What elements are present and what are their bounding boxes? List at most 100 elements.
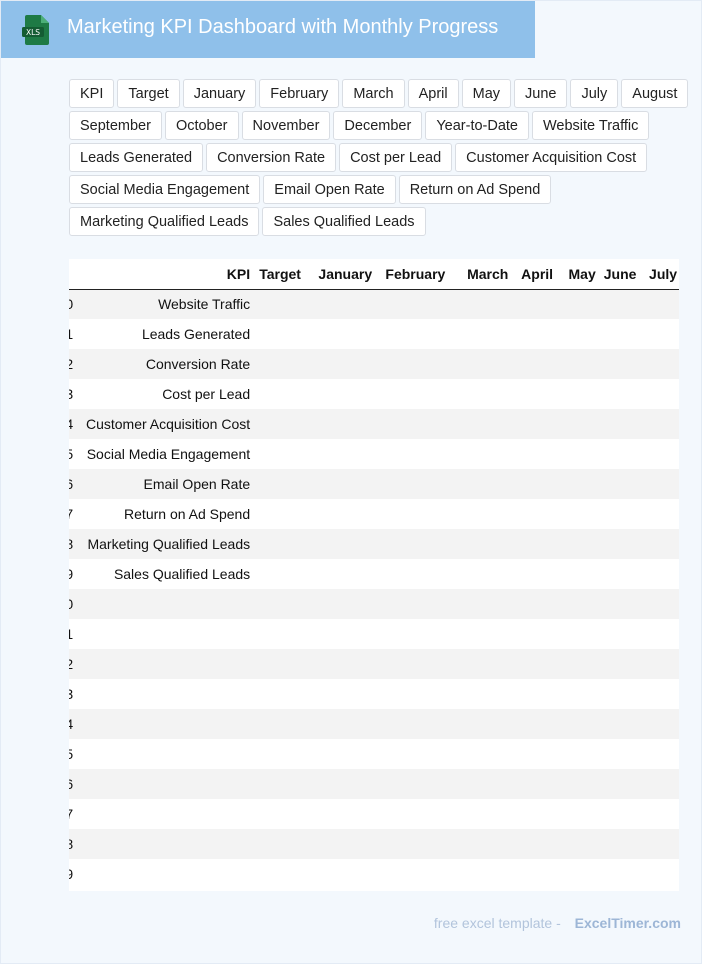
table-row[interactable]: 3 Cost per Lead — [69, 379, 679, 409]
table-row[interactable]: 6 Email Open Rate — [69, 469, 679, 499]
value-cell — [254, 859, 305, 889]
value-cell — [512, 829, 558, 859]
kpi-cell — [73, 829, 255, 859]
column-chip[interactable]: Target — [117, 79, 180, 108]
column-chip[interactable]: September — [69, 111, 162, 140]
footer: free excel template - ExcelTimer.com — [434, 915, 681, 931]
column-chip[interactable]: Customer Acquisition Cost — [455, 143, 648, 172]
value-cell — [449, 649, 513, 679]
table-row[interactable]: 5 Social Media Engagement — [69, 439, 679, 469]
table-row[interactable]: 4 — [69, 709, 679, 739]
value-cell — [512, 799, 558, 829]
column-chip[interactable]: February — [259, 79, 340, 108]
table-row[interactable]: 2 — [69, 649, 679, 679]
column-chip[interactable]: Conversion Rate — [206, 143, 337, 172]
value-cell — [599, 529, 641, 559]
table-row[interactable]: 1 — [69, 619, 679, 649]
column-chip[interactable]: July — [570, 79, 619, 108]
table-row[interactable]: 7 Return on Ad Spend — [69, 499, 679, 529]
kpi-table: KPI Target January February March April May Jun… — [69, 259, 679, 889]
value-cell — [449, 439, 513, 469]
column-chip[interactable]: Sales Qualified Leads — [262, 207, 426, 236]
table-row[interactable]: 3 — [69, 679, 679, 709]
column-header[interactable]: Target — [254, 259, 305, 290]
value-cell — [599, 409, 641, 439]
table-row[interactable]: 4 Customer Acquisition Cost — [69, 409, 679, 439]
table-row[interactable]: 0Website Traffic — [69, 289, 679, 319]
column-chip[interactable]: Return on Ad Spend — [398, 175, 552, 204]
table-row[interactable]: 0 — [69, 589, 679, 619]
column-header[interactable]: July — [640, 259, 679, 290]
column-header[interactable]: February — [376, 259, 450, 290]
value-cell — [449, 619, 513, 649]
column-header[interactable]: January — [304, 259, 377, 290]
column-chip[interactable]: KPI — [69, 79, 115, 108]
column-chip[interactable]: October — [164, 111, 239, 140]
value-cell — [254, 499, 305, 529]
value-cell — [449, 769, 513, 799]
value-cell — [557, 619, 600, 649]
column-chip[interactable]: Cost per Lead — [339, 143, 453, 172]
column-chip[interactable]: December — [333, 111, 423, 140]
kpi-cell — [73, 709, 255, 739]
value-cell — [557, 439, 600, 469]
table-row[interactable]: 5 — [69, 739, 679, 769]
value-cell — [599, 379, 641, 409]
table-row[interactable]: 9 Sales Qualified Leads — [69, 559, 679, 589]
column-header[interactable]: April — [512, 259, 558, 290]
column-chip[interactable]: May — [461, 79, 512, 108]
column-chip[interactable]: Year-to-Date — [425, 111, 529, 140]
table-row[interactable]: 1 Leads Generated — [69, 319, 679, 349]
value-cell — [557, 829, 600, 859]
table-row[interactable]: 8 Marketing Qualified Leads — [69, 529, 679, 559]
footer-brand-link[interactable]: ExcelTimer.com — [575, 915, 681, 931]
column-chip[interactable]: April — [407, 79, 459, 108]
column-chip[interactable]: March — [342, 79, 405, 108]
column-chip[interactable]: Social Media Engagement — [69, 175, 261, 204]
value-cell — [254, 529, 305, 559]
value-cell — [557, 739, 600, 769]
table-row[interactable]: 6 — [69, 769, 679, 799]
table-row[interactable]: 2 Conversion Rate — [69, 349, 679, 379]
table-row[interactable]: 7 — [69, 799, 679, 829]
value-cell — [254, 439, 305, 469]
column-header[interactable]: June — [599, 259, 641, 290]
value-cell — [640, 619, 679, 649]
column-chip[interactable]: Leads Generated — [69, 143, 204, 172]
value-cell — [254, 829, 305, 859]
value-cell — [304, 739, 377, 769]
column-chip[interactable]: November — [241, 111, 331, 140]
value-cell — [512, 349, 558, 379]
column-chip[interactable]: August — [621, 79, 689, 108]
value-cell — [557, 379, 600, 409]
value-cell — [376, 409, 450, 439]
value-cell — [512, 409, 558, 439]
value-cell — [640, 529, 679, 559]
value-cell — [557, 499, 600, 529]
column-chip[interactable]: Email Open Rate — [263, 175, 396, 204]
column-chip[interactable]: Marketing Qualified Leads — [69, 207, 260, 236]
column-header[interactable]: March — [449, 259, 513, 290]
value-cell — [376, 769, 450, 799]
column-chip[interactable]: June — [514, 79, 568, 108]
table-row[interactable]: 8 — [69, 829, 679, 859]
value-cell — [512, 319, 558, 349]
column-header[interactable]: KPI — [73, 259, 255, 290]
column-chip[interactable]: Website Traffic — [532, 111, 650, 140]
kpi-cell: Marketing Qualified Leads — [73, 529, 255, 559]
value-cell — [640, 499, 679, 529]
value-cell — [449, 409, 513, 439]
value-cell — [599, 499, 641, 529]
value-cell — [512, 439, 558, 469]
value-cell — [254, 289, 305, 319]
kpi-table-container[interactable]: KPI Target January February March April May Jun… — [69, 259, 679, 891]
value-cell — [376, 529, 450, 559]
table-row[interactable]: 9 — [69, 859, 679, 889]
value-cell — [640, 349, 679, 379]
column-header[interactable]: May — [557, 259, 600, 290]
value-cell — [640, 649, 679, 679]
value-cell — [557, 289, 600, 319]
column-chip[interactable]: January — [182, 79, 257, 108]
kpi-cell — [73, 649, 255, 679]
footer-text: free excel template - — [433, 915, 561, 931]
